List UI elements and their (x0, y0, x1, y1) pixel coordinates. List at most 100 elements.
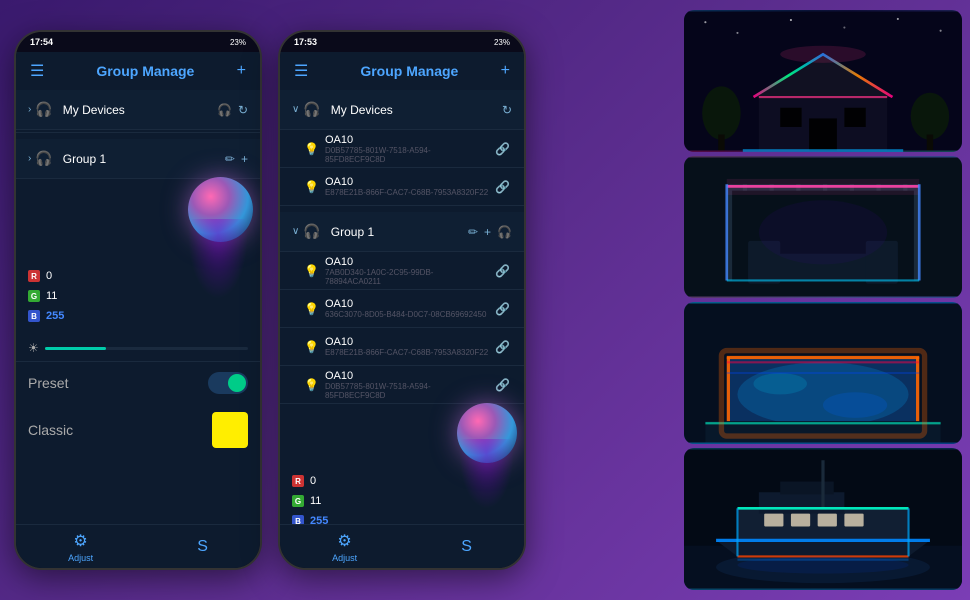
link-icon-2[interactable]: 🔗 (495, 180, 510, 194)
phone-1: 17:54 23% ☰ Group Manage + › 🎧 My Device… (14, 30, 262, 570)
device-id-2: E878E21B-866F-CAC7-C68B-7953A8320F22 (325, 188, 489, 197)
battery-text-1: 23% (230, 38, 246, 47)
header-title-2: Group Manage (318, 63, 501, 79)
battery-icon-1: 23% (230, 38, 246, 47)
my-devices-row-2[interactable]: ∨ 🎧 My Devices ↻ (280, 90, 524, 130)
adjust-label-1: Adjust (68, 553, 93, 563)
g-device-id-2: 636C3070-8D05-B484-D0C7-08CB69692450 (325, 310, 489, 319)
my-devices-row-1[interactable]: › 🎧 My Devices 🎧 ↻ (16, 90, 260, 130)
preset-toggle-1[interactable] (208, 372, 248, 394)
status-bar-1: 17:54 23% (16, 32, 260, 52)
phones-container: 17:54 23% ☰ Group Manage + › 🎧 My Device… (0, 0, 680, 600)
my-devices-label-1: My Devices (63, 103, 211, 117)
g-link-1[interactable]: 🔗 (495, 264, 510, 278)
photo-pool (684, 302, 962, 444)
device-oa10-1[interactable]: 💡 OA10 D0B57785-801W-7518-A594-85FD8ECF9… (280, 130, 524, 168)
adjust-icon-2: ⚙ (337, 531, 351, 551)
status-icons-1: 23% (230, 38, 246, 47)
yacht-svg (684, 448, 962, 590)
link-icon-1[interactable]: 🔗 (495, 142, 510, 156)
g-device-name-2: OA10 (325, 298, 489, 310)
rgb-g-label-2: G (292, 495, 304, 507)
rgb-b-label-2: B (292, 515, 304, 524)
g-device-id-3: E878E21B-866F-CAC7-C68B-7953A8320F22 (325, 348, 489, 357)
menu-icon-2[interactable]: ☰ (294, 61, 318, 81)
tab-adjust-2[interactable]: ⚙ Adjust (332, 531, 357, 563)
rgb-g-value-2: 11 (310, 495, 334, 507)
device-id-1: D0B57785-801W-7518-A594-85FD8ECF9C8D (325, 146, 489, 164)
s-icon-1: S (197, 538, 208, 556)
brightness-bar-1[interactable] (45, 347, 248, 350)
phone-2: 17:53 23% ☰ Group Manage + ∨ 🎧 My Device… (278, 30, 526, 570)
classic-swatch-1[interactable] (212, 412, 248, 448)
brightness-icon-1: ☀ (28, 341, 39, 355)
chevron-group1-1: › (28, 153, 31, 164)
yacht-content (684, 448, 962, 590)
menu-icon-1[interactable]: ☰ (30, 61, 54, 81)
group-icon-2: 🎧 (303, 223, 320, 240)
headphones-icon-1: 🎧 (35, 101, 52, 118)
group1-row-2[interactable]: ∨ 🎧 Group 1 ✏ + 🎧 (280, 212, 524, 252)
photo-house (684, 10, 962, 152)
headphones-icon-2: 🎧 (303, 101, 320, 118)
edit-group-2[interactable]: ✏ (468, 225, 478, 239)
headphones-action-1[interactable]: 🎧 (217, 103, 232, 117)
g-device-id-4: D0B57785-801W-7518-A594-85FD8ECF9C8D (325, 382, 489, 400)
group-devices-icon-2[interactable]: 🎧 (497, 225, 512, 239)
group1-label-1: Group 1 (63, 152, 219, 166)
rgb-b-value-1: 255 (46, 310, 70, 322)
g-device-name-1: OA10 (325, 256, 489, 268)
brightness-fill-1 (45, 347, 106, 350)
device-name-2: OA10 (325, 176, 489, 188)
edit-group-1[interactable]: ✏ (225, 152, 235, 166)
device-oa10-2[interactable]: 💡 OA10 E878E21B-866F-CAC7-C68B-7953A8320… (280, 168, 524, 206)
tab-adjust-1[interactable]: ⚙ Adjust (68, 531, 93, 563)
g-device-name-3: OA10 (325, 336, 489, 348)
tab-s-1[interactable]: S (197, 538, 208, 556)
add-to-group-1[interactable]: + (241, 152, 248, 166)
brightness-row-1: ☀ (16, 335, 260, 361)
tab-bar-1: ⚙ Adjust S (16, 524, 260, 568)
g-device-name-4: OA10 (325, 370, 489, 382)
my-devices-label-2: My Devices (331, 103, 496, 117)
house-svg (684, 10, 962, 152)
adjust-label-2: Adjust (332, 553, 357, 563)
pergola-content (684, 156, 962, 298)
preset-row-1: Preset (16, 361, 260, 404)
rgb-r-value-1: 0 (46, 270, 70, 282)
g-link-4[interactable]: 🔗 (495, 378, 510, 392)
g-device-oa10-2[interactable]: 💡 OA10 636C3070-8D05-B484-D0C7-08CB69692… (280, 290, 524, 328)
group-icon-1: 🎧 (35, 150, 52, 167)
rgb-r-label-1: R (28, 270, 40, 282)
g-link-3[interactable]: 🔗 (495, 340, 510, 354)
phone-header-2: ☰ Group Manage + (280, 52, 524, 90)
g-device-oa10-3[interactable]: 💡 OA10 E878E21B-866F-CAC7-C68B-7953A8320… (280, 328, 524, 366)
classic-row-1: Classic (16, 404, 260, 456)
g-link-2[interactable]: 🔗 (495, 302, 510, 316)
classic-label-1: Classic (28, 422, 212, 438)
s-icon-2: S (461, 538, 472, 556)
add-group-button-2[interactable]: + (501, 62, 510, 80)
battery-text-2: 23% (494, 38, 510, 47)
rgb-g-value-1: 11 (46, 290, 70, 302)
g-device-info-4: OA10 D0B57785-801W-7518-A594-85FD8ECF9C8… (325, 370, 489, 400)
chevron-my-devices-1: › (28, 104, 31, 115)
header-title-1: Group Manage (54, 63, 237, 79)
adjust-icon-1: ⚙ (73, 531, 87, 551)
g-device-info-2: OA10 636C3070-8D05-B484-D0C7-08CB6969245… (325, 298, 489, 319)
g-device-id-1: 7AB0D340-1A0C-2C95-99DB-78894ACA0211 (325, 268, 489, 286)
add-group-button-1[interactable]: + (237, 62, 246, 80)
device-info-1: OA10 D0B57785-801W-7518-A594-85FD8ECF9C8… (325, 134, 489, 164)
phone-content-2: ∨ 🎧 My Devices ↻ 💡 OA10 D0B57785-801W-75… (280, 90, 524, 524)
preset-label-1: Preset (28, 375, 208, 391)
refresh-action-1[interactable]: ↻ (238, 103, 248, 117)
g-device-oa10-1[interactable]: 💡 OA10 7AB0D340-1A0C-2C95-99DB-78894ACA0… (280, 252, 524, 290)
refresh-action-2[interactable]: ↻ (502, 103, 512, 117)
add-to-group-2[interactable]: + (484, 225, 491, 239)
phone-content-1: › 🎧 My Devices 🎧 ↻ › 🎧 Group 1 ✏ + (16, 90, 260, 524)
rgb-r-label-2: R (292, 475, 304, 487)
rgb-b-value-2: 255 (310, 515, 334, 524)
rgb-b-label-1: B (28, 310, 40, 322)
tab-bar-2: ⚙ Adjust S (280, 524, 524, 568)
tab-s-2[interactable]: S (461, 538, 472, 556)
